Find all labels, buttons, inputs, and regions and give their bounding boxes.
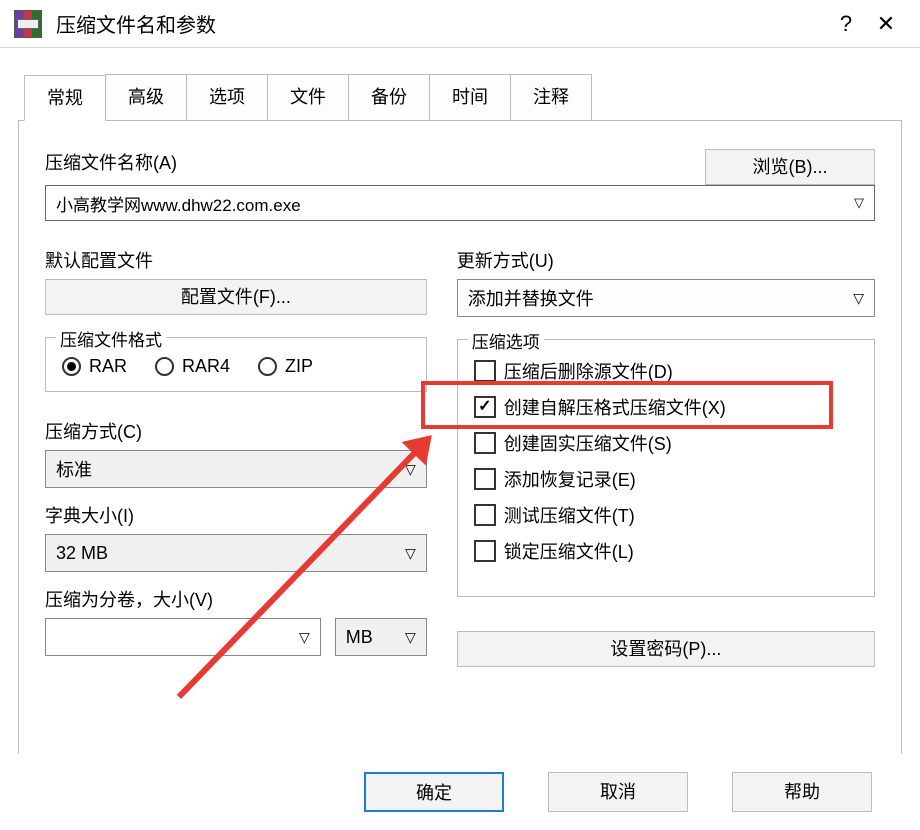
check-delete-after-label: 压缩后删除源文件(D) [504, 358, 673, 384]
dictionary-select[interactable]: 32 MB ▽ [45, 534, 427, 572]
dictionary-value: 32 MB [56, 543, 108, 564]
check-lock-label: 锁定压缩文件(L) [504, 538, 634, 564]
check-recovery-label: 添加恢复记录(E) [504, 466, 636, 492]
tab-options[interactable]: 选项 [186, 74, 268, 120]
filename-input[interactable]: 小高教学网www.dhw22.com.exe ▽ [45, 185, 875, 221]
tab-general[interactable]: 常规 [24, 75, 106, 121]
right-column: 更新方式(U) 添加并替换文件 ▽ 压缩选项 压缩后删除源文件(D) 创建自解压… [457, 247, 875, 667]
tab-comment[interactable]: 注释 [510, 74, 592, 120]
tabs: 常规 高级 选项 文件 备份 时间 注释 [24, 74, 902, 120]
update-mode-label: 更新方式(U) [457, 247, 875, 273]
tab-file[interactable]: 文件 [267, 74, 349, 120]
check-solid-label: 创建固实压缩文件(S) [504, 430, 672, 456]
format-legend: 压缩文件格式 [56, 326, 166, 351]
radio-rar4-label: RAR4 [182, 356, 230, 377]
compression-value: 标准 [56, 456, 92, 482]
chevron-down-icon: ▽ [854, 195, 864, 211]
split-label: 压缩为分卷，大小(V) [45, 586, 427, 612]
dialog-content: 常规 高级 选项 文件 备份 时间 注释 浏览(B)... 压缩文件名称(A) … [0, 48, 920, 760]
compression-label: 压缩方式(C) [45, 418, 427, 444]
filename-value: 小高教学网www.dhw22.com.exe [56, 191, 301, 216]
default-profile-label: 默认配置文件 [45, 247, 427, 273]
titlebar: 压缩文件名和参数 [0, 0, 920, 48]
check-recovery[interactable]: 添加恢复记录(E) [474, 466, 858, 492]
app-icon [14, 10, 42, 38]
check-create-sfx[interactable]: 创建自解压格式压缩文件(X) [474, 394, 858, 420]
close-icon[interactable] [866, 11, 906, 37]
dialog-footer: 确定 取消 帮助 [0, 754, 920, 830]
radio-zip[interactable]: ZIP [258, 356, 313, 377]
check-test-label: 测试压缩文件(T) [504, 502, 635, 528]
chevron-down-icon: ▽ [405, 545, 416, 562]
radio-rar4[interactable]: RAR4 [155, 356, 230, 377]
tab-time[interactable]: 时间 [429, 74, 511, 120]
dictionary-label: 字典大小(I) [45, 502, 427, 528]
help-button[interactable]: 帮助 [732, 772, 872, 812]
split-size-input[interactable]: ▽ [45, 618, 321, 656]
compression-select[interactable]: 标准 ▽ [45, 450, 427, 488]
help-icon[interactable] [826, 11, 866, 37]
tab-backup[interactable]: 备份 [348, 74, 430, 120]
check-delete-after[interactable]: 压缩后删除源文件(D) [474, 358, 858, 384]
chevron-down-icon: ▽ [853, 290, 864, 307]
tab-advanced[interactable]: 高级 [105, 74, 187, 120]
chevron-down-icon: ▽ [405, 629, 416, 646]
update-mode-value: 添加并替换文件 [468, 285, 594, 311]
split-unit-value: MB [346, 627, 373, 648]
split-unit-select[interactable]: MB ▽ [335, 618, 427, 656]
left-column: 默认配置文件 配置文件(F)... 压缩文件格式 RAR RAR4 [45, 247, 427, 667]
radio-rar-label: RAR [89, 356, 127, 377]
update-mode-select[interactable]: 添加并替换文件 ▽ [457, 279, 875, 317]
check-solid[interactable]: 创建固实压缩文件(S) [474, 430, 858, 456]
tab-panel-general: 浏览(B)... 压缩文件名称(A) 小高教学网www.dhw22.com.ex… [18, 120, 902, 760]
check-test[interactable]: 测试压缩文件(T) [474, 502, 858, 528]
radio-rar[interactable]: RAR [62, 356, 127, 377]
options-legend: 压缩选项 [468, 328, 544, 353]
ok-button[interactable]: 确定 [364, 772, 504, 812]
format-group: 压缩文件格式 RAR RAR4 ZIP [45, 337, 427, 392]
chevron-down-icon: ▽ [299, 629, 310, 646]
profile-button[interactable]: 配置文件(F)... [45, 279, 427, 315]
check-create-sfx-label: 创建自解压格式压缩文件(X) [504, 394, 726, 420]
window-title: 压缩文件名和参数 [56, 9, 826, 38]
browse-button[interactable]: 浏览(B)... [705, 149, 875, 185]
cancel-button[interactable]: 取消 [548, 772, 688, 812]
check-lock[interactable]: 锁定压缩文件(L) [474, 538, 858, 564]
options-group: 压缩选项 压缩后删除源文件(D) 创建自解压格式压缩文件(X) 创建固实压缩文件… [457, 339, 875, 597]
password-button[interactable]: 设置密码(P)... [457, 631, 875, 667]
radio-zip-label: ZIP [285, 356, 313, 377]
